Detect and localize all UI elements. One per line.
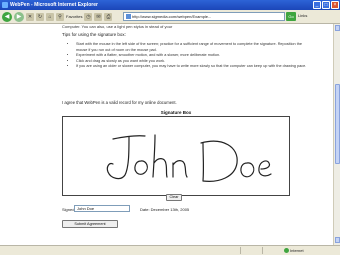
signature-box-title: Signature Box [160, 110, 192, 115]
address-bar[interactable]: http://www.sigmedia.com/webpen/Example..… [123, 12, 285, 21]
favorites-button[interactable]: Favorites [66, 14, 82, 19]
window-title: WebPen - Microsoft Internet Explorer [10, 2, 98, 8]
home-icon[interactable]: ⌂ [46, 12, 54, 21]
mail-icon[interactable]: ✉ [94, 12, 103, 21]
signature-drawing [106, 134, 272, 182]
tip-item: Start with the mouse in the left side of… [76, 42, 307, 53]
tips-list: Start with the mouse in the left side of… [72, 42, 307, 70]
browser-toolbar: ◀ ▶ ✕ ↻ ⌂ ⚲ Favorites ◷ ✉ ⎙ http://www.s… [0, 10, 340, 24]
refresh-icon[interactable]: ↻ [36, 12, 44, 21]
signature-box[interactable] [62, 116, 290, 196]
submit-agreement-button[interactable]: Submit Agreement [62, 220, 118, 228]
maximize-button[interactable]: □ [322, 1, 330, 9]
status-bar: Internet [0, 245, 340, 255]
page-content: Computer. You can also, use a light pen … [0, 24, 333, 245]
window-controls: _ □ × [313, 1, 339, 9]
address-text: http://www.sigmedia.com/webpen/Example..… [132, 14, 212, 19]
clear-button[interactable]: Clear [166, 194, 182, 201]
window-titlebar: WebPen - Microsoft Internet Explorer _ □… [0, 0, 340, 10]
history-icon[interactable]: ◷ [84, 12, 93, 21]
print-icon[interactable]: ⎙ [104, 12, 113, 21]
tip-item: If you are using an older or slower comp… [76, 64, 307, 70]
intro-text: Computer. You can also, use a light pen … [62, 24, 173, 29]
page-icon [126, 14, 131, 19]
internet-zone-icon [284, 248, 289, 253]
search-icon[interactable]: ⚲ [56, 12, 64, 21]
status-divider [262, 247, 263, 254]
forward-button[interactable]: ▶ [14, 11, 24, 22]
minimize-button[interactable]: _ [313, 1, 321, 9]
links-button[interactable]: Links [298, 13, 307, 18]
zone-text: Internet [290, 248, 304, 253]
vertical-scrollbar[interactable] [333, 24, 340, 245]
tips-heading: Tips for using the signature box: [62, 32, 126, 37]
ie-icon [2, 2, 8, 8]
scroll-thumb[interactable] [335, 84, 340, 164]
signed-name-input[interactable]: John Doe [74, 205, 130, 212]
close-button[interactable]: × [331, 1, 339, 9]
go-button[interactable]: Go [286, 12, 296, 21]
back-button[interactable]: ◀ [2, 11, 12, 22]
stop-icon[interactable]: ✕ [26, 12, 34, 21]
scroll-down-arrow-icon[interactable] [335, 237, 340, 243]
scroll-up-arrow-icon[interactable] [335, 25, 340, 31]
status-divider [240, 247, 241, 254]
agree-text: I agree that WebPen is a valid record fo… [62, 100, 177, 105]
date-text: Date: December 13th, 2005 [140, 207, 190, 212]
